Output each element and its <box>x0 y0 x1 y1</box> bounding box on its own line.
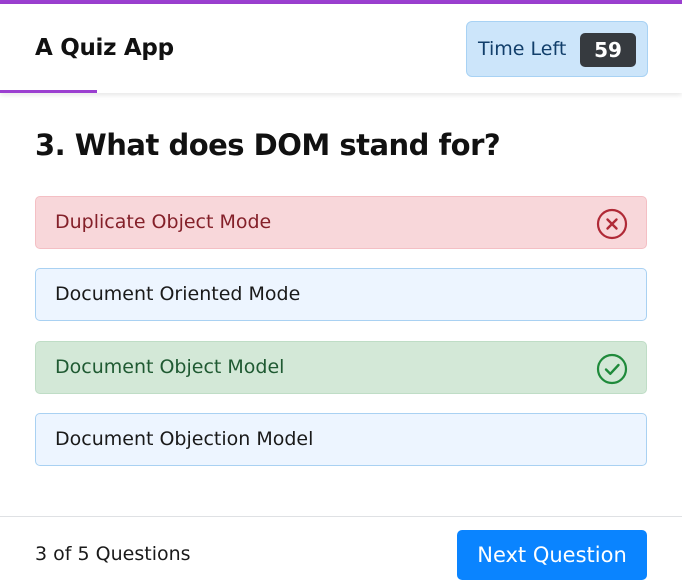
x-circle-icon <box>596 208 628 240</box>
counter-total: 5 <box>77 543 90 565</box>
timer-badge: Time Left 59 <box>466 21 648 77</box>
counter-current: 3 <box>35 543 48 565</box>
answer-option-2[interactable]: Document Oriented Mode <box>35 268 647 321</box>
counter-suffix: Questions <box>95 543 191 565</box>
app-header: A Quiz App Time Left 59 <box>0 4 682 93</box>
answer-option-4[interactable]: Document Objection Model <box>35 413 647 466</box>
app-title: A Quiz App <box>35 35 174 61</box>
answer-option-label: Document Oriented Mode <box>55 283 301 305</box>
answer-option-3[interactable]: Document Object Model <box>35 341 647 394</box>
answer-option-label: Duplicate Object Mode <box>55 211 272 233</box>
question-text: 3. What does DOM stand for? <box>35 128 501 162</box>
check-circle-icon <box>596 353 628 385</box>
counter-of: of <box>53 543 72 565</box>
answer-option-label: Document Objection Model <box>55 428 314 450</box>
next-question-button[interactable]: Next Question <box>457 530 647 580</box>
answer-option-1[interactable]: Duplicate Object Mode <box>35 196 647 249</box>
quiz-progress-bar <box>0 90 97 93</box>
question-counter: 3 of 5 Questions <box>35 543 191 565</box>
answer-option-label: Document Object Model <box>55 356 285 378</box>
timer-label: Time Left <box>478 38 567 60</box>
quiz-footer: 3 of 5 Questions Next Question <box>0 516 682 588</box>
timer-value: 59 <box>580 33 636 67</box>
